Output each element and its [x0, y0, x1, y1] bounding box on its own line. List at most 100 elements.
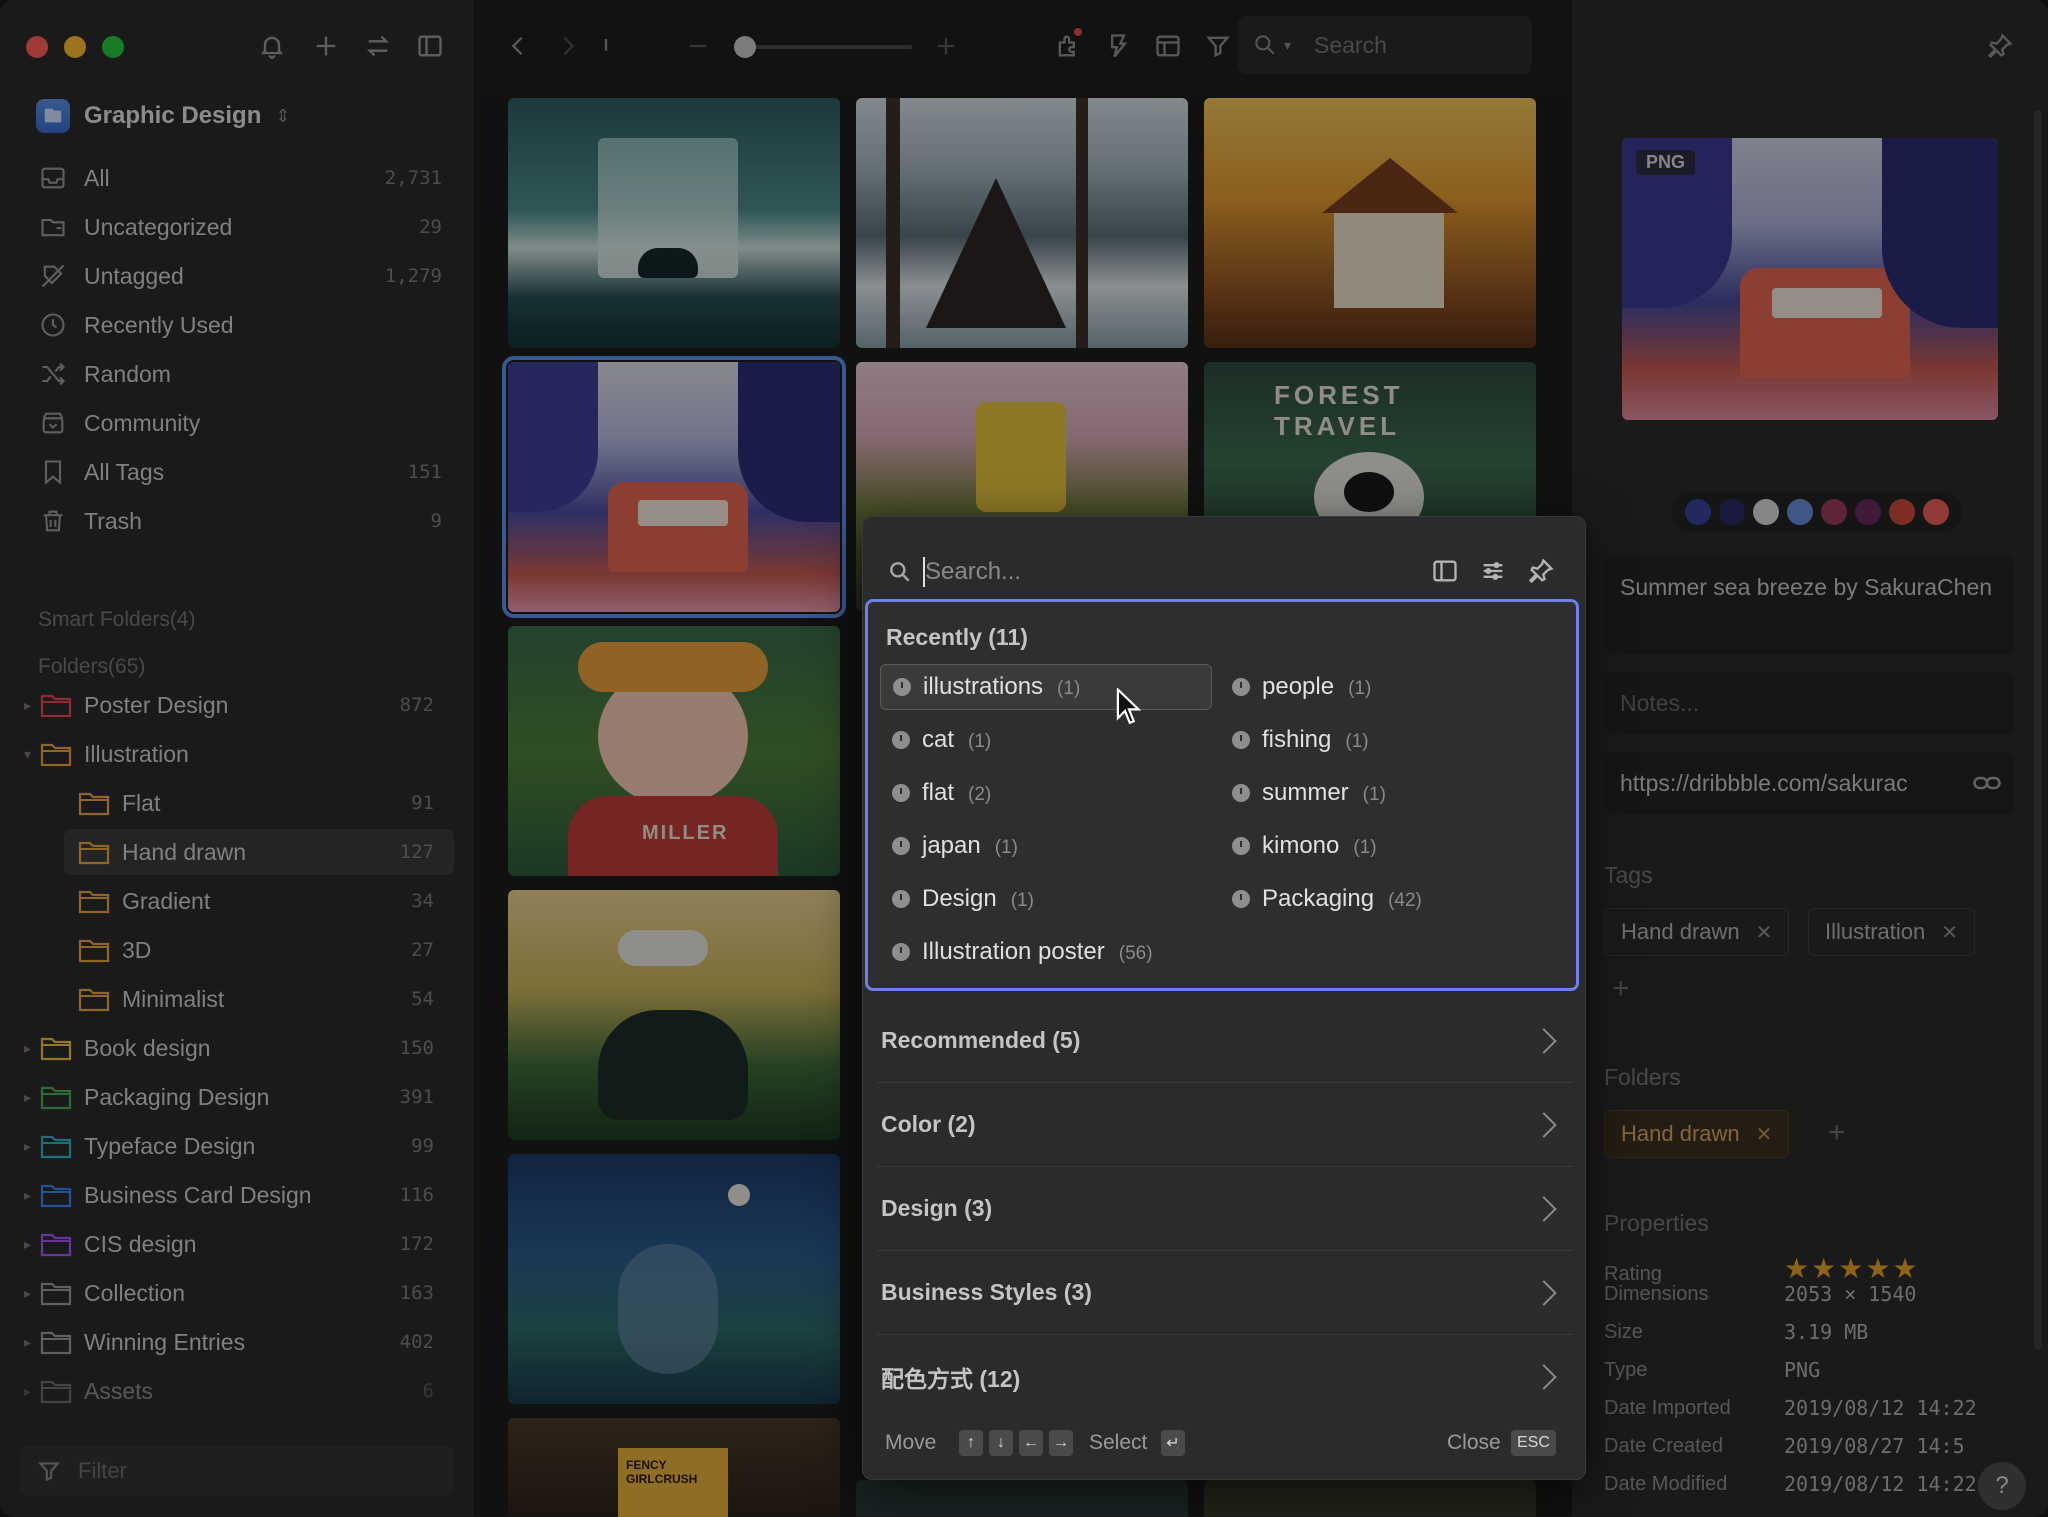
palette-swatch[interactable]	[1889, 499, 1915, 525]
folder-item-hand-drawn[interactable]: Hand drawn 127	[64, 829, 454, 875]
chevron-right-icon[interactable]: ▸	[24, 1334, 31, 1351]
zoom-slider-track[interactable]	[746, 45, 912, 49]
tag-group-row[interactable]: Recommended (5)	[877, 999, 1573, 1083]
tag-option-japan[interactable]: japan (1)	[880, 823, 1212, 869]
toolbar-search-input[interactable]: ▾ Search	[1238, 16, 1532, 74]
folder-item-assets[interactable]: ▸ Assets 6	[14, 1368, 454, 1414]
folder-item-illustration[interactable]: ▾ Illustration	[14, 731, 454, 777]
tag-option-illustration-poster[interactable]: Illustration poster (56)	[880, 929, 1212, 975]
add-tag-icon[interactable]: +	[1612, 972, 1630, 1006]
zoom-in-icon[interactable]	[926, 26, 966, 66]
thumbnail-partial[interactable]	[856, 1480, 1188, 1517]
url-field[interactable]: https://dribbble.com/sakurac	[1604, 752, 2014, 814]
folder-item-flat[interactable]: Flat 91	[64, 780, 454, 826]
palette-swatch[interactable]	[1855, 499, 1881, 525]
folder-item-poster-design[interactable]: ▸ Poster Design 872	[14, 682, 454, 728]
folder-item-typeface-design[interactable]: ▸ Typeface Design 99	[14, 1123, 454, 1169]
tag-option-summer[interactable]: summer (1)	[1220, 770, 1552, 816]
folder-item-packaging-design[interactable]: ▸ Packaging Design 391	[14, 1074, 454, 1120]
zoom-out-icon[interactable]	[678, 26, 718, 66]
chevron-right-icon[interactable]: ▸	[24, 1138, 31, 1155]
link-icon[interactable]	[1972, 768, 2002, 803]
tag-option-flat[interactable]: flat (2)	[880, 770, 1212, 816]
tag-option-packaging[interactable]: Packaging (42)	[1220, 876, 1552, 922]
sidebar-item-uncategorized[interactable]: Uncategorized 29	[24, 205, 454, 249]
search-dropdown-icon[interactable]: ▾	[1284, 37, 1291, 54]
folder-item-3d[interactable]: 3D 27	[64, 927, 454, 973]
sidebar-item-trash[interactable]: Trash 9	[24, 499, 454, 543]
tag-option-illustrations[interactable]: illustrations (1)	[880, 664, 1212, 710]
sidebar-item-untagged[interactable]: Untagged 1,279	[24, 254, 454, 298]
thumbnail-summer-bus-selected[interactable]	[502, 356, 846, 618]
thumbnail-autumn-house[interactable]	[1204, 98, 1536, 348]
tag-chip-illustration[interactable]: Illustration ✕	[1808, 908, 1976, 956]
thumbnail-flower-girl[interactable]: MILLER	[508, 626, 840, 876]
inspector-scrollbar[interactable]	[2034, 110, 2042, 1350]
palette-swatch[interactable]	[1787, 499, 1813, 525]
remove-folder-icon[interactable]: ✕	[1756, 1122, 1773, 1147]
folder-item-collection[interactable]: ▸ Collection 163	[14, 1270, 454, 1316]
sidebar-toggle-icon[interactable]	[410, 26, 450, 66]
sidebar-item-recently-used[interactable]: Recently Used	[24, 303, 454, 347]
chevron-right-icon[interactable]: ▸	[24, 1089, 31, 1106]
thumbnail-waterfall[interactable]	[508, 98, 840, 348]
filter-toolbar-icon[interactable]	[1198, 26, 1238, 66]
tag-group-row[interactable]: Design (3)	[877, 1167, 1573, 1251]
chevron-right-icon[interactable]: ▸	[24, 1383, 31, 1400]
tag-chip-hand-drawn[interactable]: Hand drawn ✕	[1604, 908, 1790, 956]
help-button[interactable]: ?	[1978, 1462, 2026, 1510]
thumbnail-partial[interactable]	[1204, 1480, 1536, 1517]
tag-option-people[interactable]: people (1)	[1220, 664, 1552, 710]
chevron-right-icon[interactable]: ▸	[24, 1285, 31, 1302]
filter-input[interactable]: Filter	[20, 1446, 454, 1496]
plus-icon[interactable]	[306, 26, 346, 66]
close-window-button[interactable]	[26, 36, 48, 58]
palette-swatch[interactable]	[1923, 499, 1949, 525]
maximize-window-button[interactable]	[102, 36, 124, 58]
plugin-icon[interactable]	[1048, 26, 1088, 66]
folder-item-winning-entries[interactable]: ▸ Winning Entries 402	[14, 1319, 454, 1365]
add-folder-icon[interactable]: +	[1828, 1116, 1846, 1150]
forward-icon[interactable]	[548, 26, 588, 66]
action-icon[interactable]	[1098, 26, 1138, 66]
pin-icon[interactable]	[1980, 26, 2020, 66]
thumbnail-night-jungle[interactable]	[508, 1154, 840, 1404]
folder-item-minimalist[interactable]: Minimalist 54	[64, 976, 454, 1022]
folder-item-gradient[interactable]: Gradient 34	[64, 878, 454, 924]
swap-icon[interactable]	[358, 26, 398, 66]
palette-swatch[interactable]	[1685, 499, 1711, 525]
tag-option-kimono[interactable]: kimono (1)	[1220, 823, 1552, 869]
chevron-right-icon[interactable]: ▸	[24, 1187, 31, 1204]
tag-option-design[interactable]: Design (1)	[880, 876, 1212, 922]
layout-icon[interactable]	[1148, 26, 1188, 66]
folder-item-business-card-design[interactable]: ▸ Business Card Design 116	[14, 1172, 454, 1218]
remove-tag-icon[interactable]: ✕	[1756, 920, 1773, 945]
tag-group-row[interactable]: Business Styles (3)	[877, 1251, 1573, 1335]
image-preview[interactable]: PNG	[1622, 138, 1998, 420]
folder-chip-hand-drawn[interactable]: Hand drawn ✕	[1604, 1110, 1790, 1158]
sidebar-item-all-tags[interactable]: All Tags 151	[24, 450, 454, 494]
zoom-slider-handle[interactable]	[734, 36, 756, 58]
sidebar-item-community[interactable]: Community	[24, 401, 454, 445]
chevron-right-icon[interactable]: ▸	[24, 697, 31, 714]
palette-swatch[interactable]	[1753, 499, 1779, 525]
minimize-window-button[interactable]	[64, 36, 86, 58]
thumbnail-cabin-winter[interactable]	[856, 98, 1188, 348]
folder-item-book-design[interactable]: ▸ Book design 150	[14, 1025, 454, 1071]
palette-swatch[interactable]	[1821, 499, 1847, 525]
back-icon[interactable]	[498, 26, 538, 66]
chevron-right-icon[interactable]: ▸	[24, 1236, 31, 1253]
thumbnail-jungle-cat[interactable]	[508, 890, 840, 1140]
close-hint[interactable]: Close	[1447, 1431, 1501, 1455]
key-esc[interactable]: ESC	[1511, 1430, 1556, 1456]
title-field[interactable]: Summer sea breeze by SakuraChen	[1604, 556, 2014, 654]
sidebar-item-all[interactable]: All 2,731	[24, 156, 454, 200]
bell-icon[interactable]	[252, 26, 292, 66]
thumbnail-fency-girlcrush[interactable]: FENCY GIRLCRUSH	[508, 1418, 840, 1517]
smart-folders-header[interactable]: Smart Folders(4)	[38, 608, 196, 632]
folders-header[interactable]: Folders(65)	[38, 655, 145, 679]
tag-option-fishing[interactable]: fishing (1)	[1220, 717, 1552, 763]
tag-group-row[interactable]: Color (2)	[877, 1083, 1573, 1167]
sidebar-item-random[interactable]: Random	[24, 352, 454, 396]
panel-view-icon[interactable]	[1427, 553, 1463, 589]
